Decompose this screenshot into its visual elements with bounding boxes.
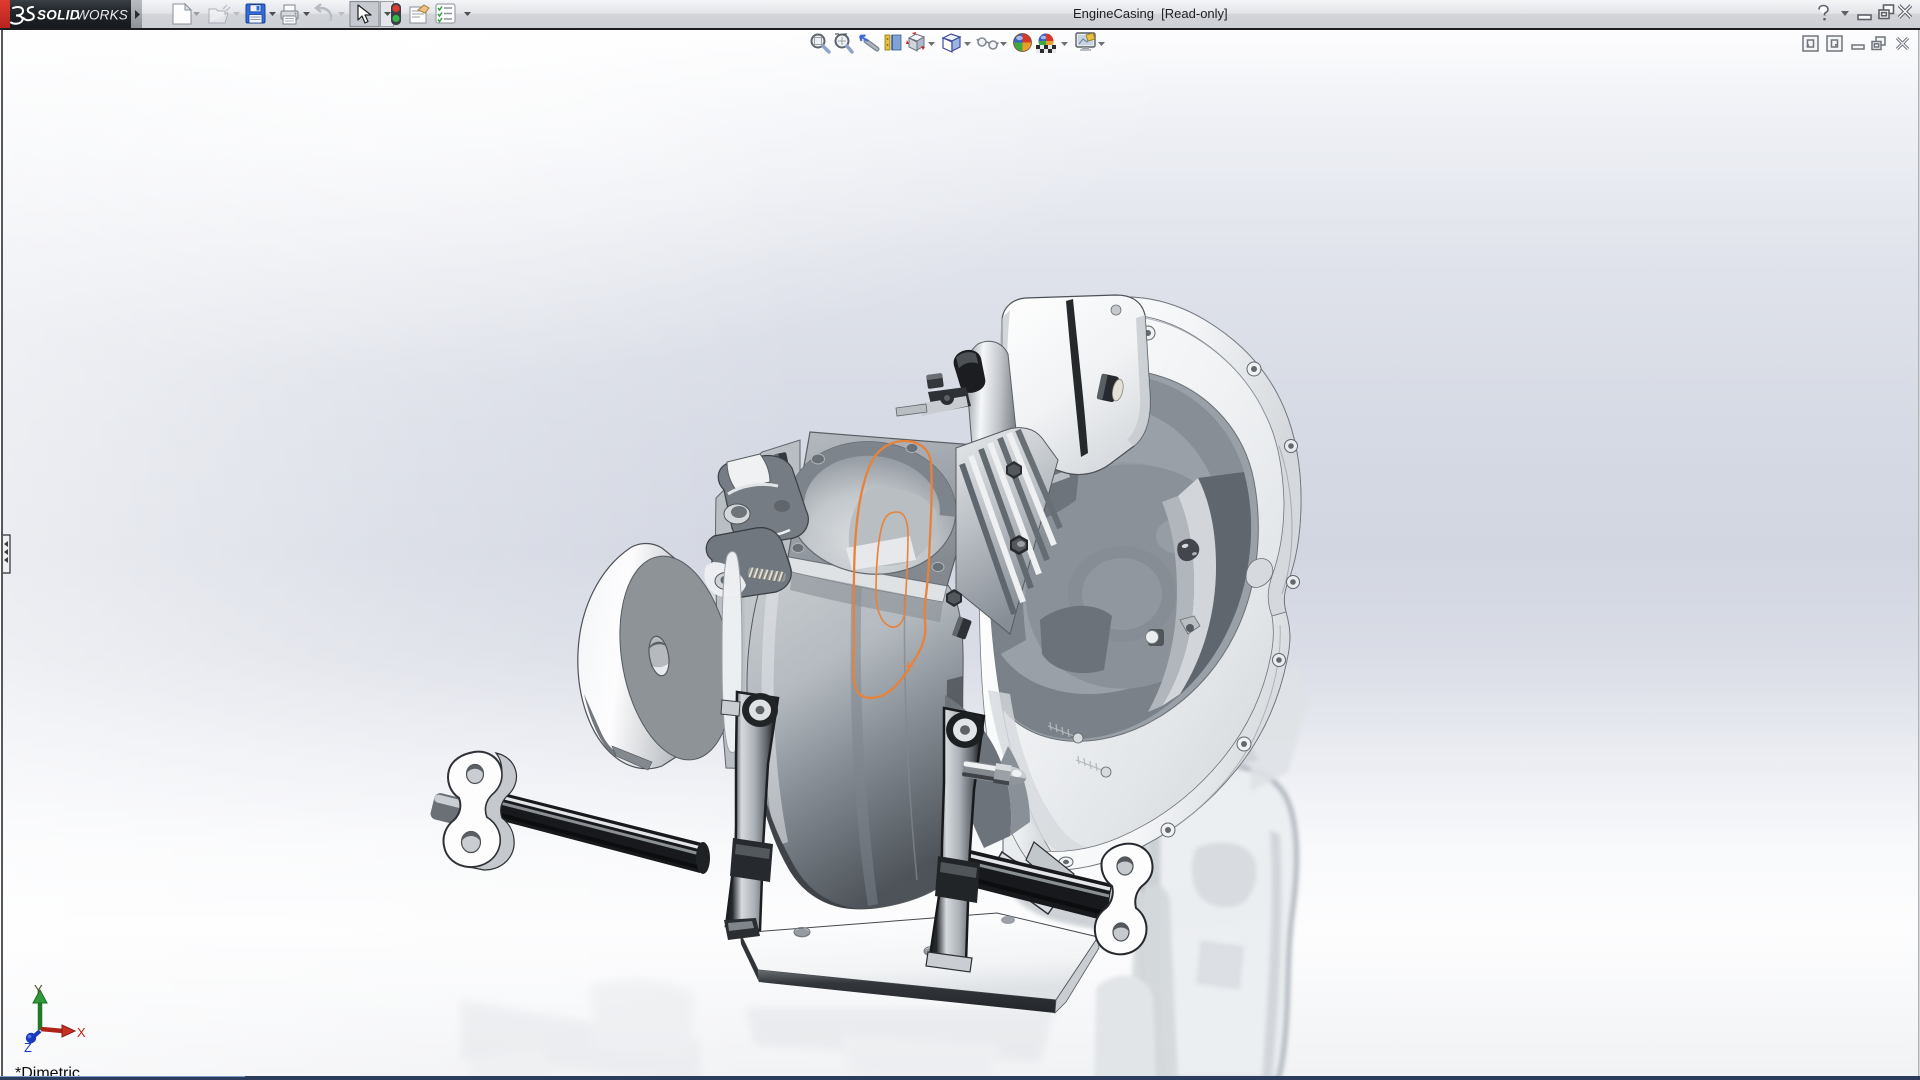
svg-text:SOLID: SOLID: [37, 8, 80, 23]
svg-text:WORKS: WORKS: [76, 8, 128, 23]
